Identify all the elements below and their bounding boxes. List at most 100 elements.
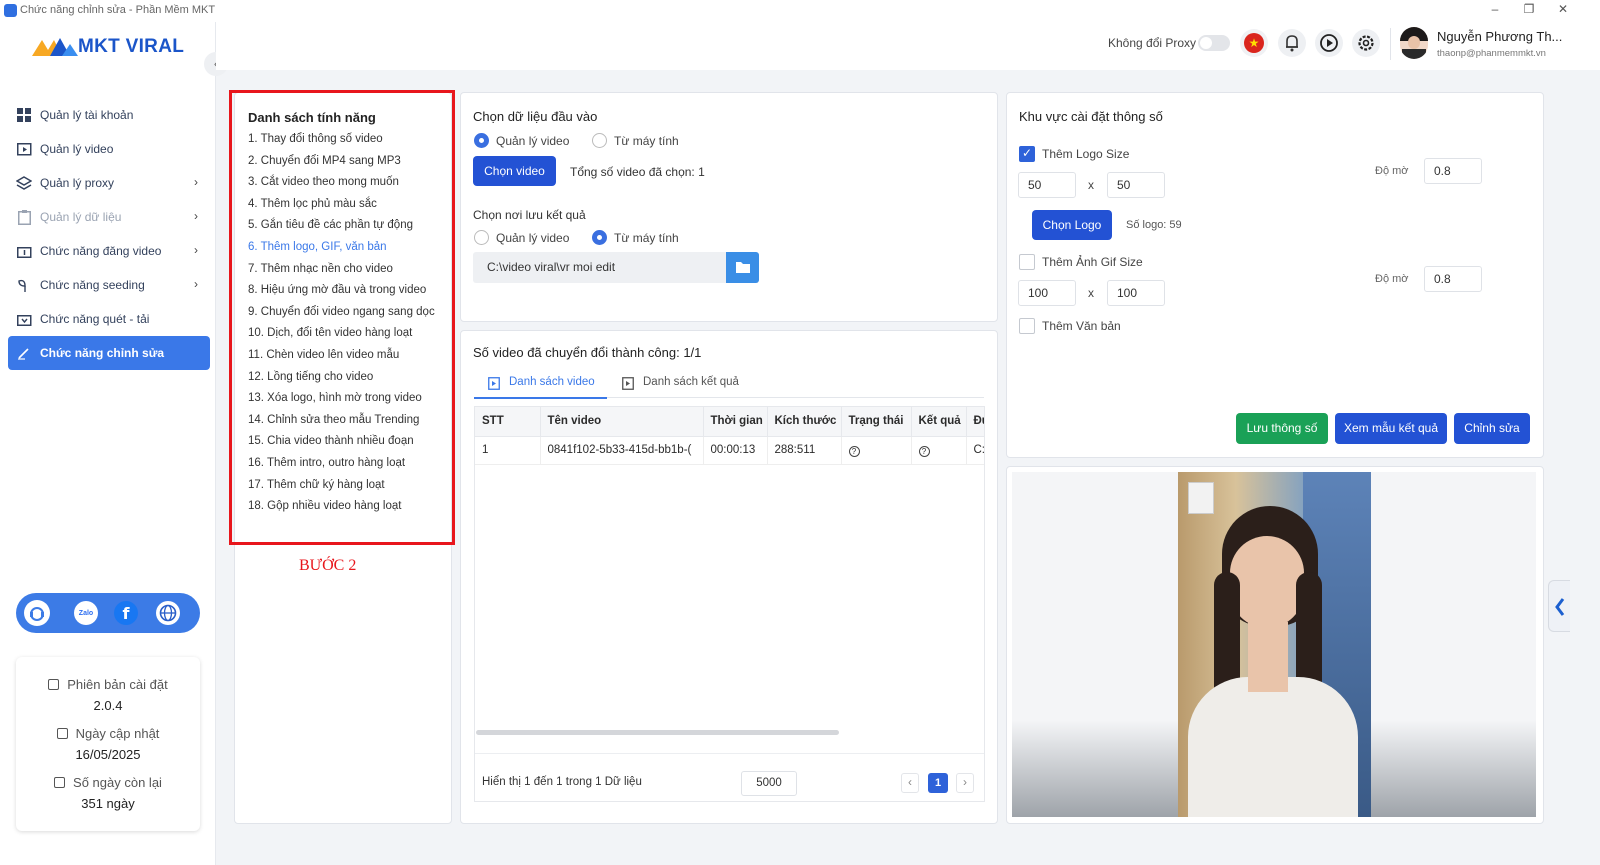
sidebar-item-upload[interactable]: Chức năng đăng video › <box>8 234 210 268</box>
radio-save-computer[interactable]: Từ máy tính <box>592 230 679 245</box>
input-section-title: Chọn dữ liệu đầu vào <box>473 109 598 124</box>
radio-unchecked-icon <box>592 133 607 148</box>
file-play-icon <box>622 377 634 390</box>
gif-height-input[interactable]: 100 <box>1107 280 1165 306</box>
feature-item[interactable]: 10. Dịch, đổi tên video hàng loạt <box>248 323 448 345</box>
sidebar-item-data[interactable]: Quản lý dữ liệu › <box>8 200 210 234</box>
column-header[interactable]: Tên video <box>540 407 704 437</box>
feature-item[interactable]: 13. Xóa logo, hình mờ trong video <box>248 388 448 410</box>
preview-result-button[interactable]: Xem mẫu kết quả <box>1335 413 1447 444</box>
support-headset-icon[interactable] <box>24 600 50 626</box>
logo-size-checkbox[interactable]: ✓ <box>1019 146 1035 162</box>
brand-logo[interactable]: MKT VIRAL <box>32 32 184 62</box>
text-checkbox[interactable] <box>1019 318 1035 334</box>
logo-height-input[interactable]: 50 <box>1107 172 1165 198</box>
edit-button[interactable]: Chỉnh sửa <box>1454 413 1530 444</box>
page-button-current[interactable]: 1 <box>928 773 948 793</box>
proxy-toggle[interactable] <box>1198 35 1230 51</box>
settings-title: Khu vực cài đặt thông số <box>1019 109 1163 124</box>
chevron-left-icon <box>1555 598 1565 616</box>
folder-browse-button[interactable] <box>726 252 759 283</box>
save-settings-button[interactable]: Lưu thông số <box>1236 413 1328 444</box>
seedling-icon <box>16 277 32 293</box>
column-header[interactable]: Kích thước <box>767 407 842 437</box>
feature-item-selected[interactable]: 6. Thêm logo, GIF, văn bản <box>248 237 448 259</box>
video-preview[interactable] <box>1012 472 1536 817</box>
sidebar-item-videos[interactable]: Quản lý video <box>8 132 210 166</box>
table-footer-divider <box>475 753 984 754</box>
feature-item[interactable]: 18. Gộp nhiều video hàng loạt <box>248 496 448 518</box>
radio-save-manage[interactable]: Quản lý video <box>474 230 569 245</box>
pencil-icon <box>16 345 32 361</box>
save-path-input[interactable]: C:\video viral\vr moi edit <box>473 252 727 283</box>
sidebar-item-label: Chức năng seeding <box>40 278 145 292</box>
horizontal-scrollbar[interactable] <box>476 730 839 735</box>
column-header[interactable]: Đư <box>966 407 984 437</box>
gif-size-checkbox[interactable] <box>1019 254 1035 270</box>
days-label: Số ngày còn lại <box>73 775 162 790</box>
user-name[interactable]: Nguyễn Phương Th... <box>1437 29 1562 44</box>
total-selected-text: Tổng số video đã chọn: 1 <box>570 165 705 179</box>
gif-opacity-input[interactable]: 0.8 <box>1424 266 1482 292</box>
tab-video-list[interactable]: Danh sách video <box>474 368 607 399</box>
grid-icon <box>16 107 32 123</box>
feature-item[interactable]: 11. Chèn video lên video mẫu <box>248 345 448 367</box>
gear-icon[interactable] <box>1352 29 1380 57</box>
save-location-title: Chọn nơi lưu kết quả <box>473 208 586 222</box>
sidebar-item-edit[interactable]: Chức năng chỉnh sửa <box>8 336 210 370</box>
feature-item[interactable]: 1. Thay đổi thông số video <box>248 129 448 151</box>
bell-icon[interactable] <box>1278 29 1306 57</box>
column-header[interactable]: Thời gian <box>703 407 768 437</box>
zalo-icon[interactable]: Zalo <box>74 601 98 625</box>
minimize-icon[interactable]: – <box>1478 2 1512 16</box>
feature-item[interactable]: 12. Lồng tiếng cho video <box>248 367 448 389</box>
cell-video-name: 0841f102-5b33-415d-bb1b-( <box>540 436 704 465</box>
tab-result-list[interactable]: Danh sách kết quả <box>608 368 748 399</box>
feature-item[interactable]: 17. Thêm chữ ký hàng loạt <box>248 475 448 497</box>
feature-item[interactable]: 15. Chia video thành nhiều đoạn <box>248 431 448 453</box>
sidebar-item-accounts[interactable]: Quản lý tài khoản <box>8 98 210 132</box>
feature-item[interactable]: 3. Cắt video theo mong muốn <box>248 172 448 194</box>
play-icon[interactable] <box>1315 29 1343 57</box>
feature-item[interactable]: 2. Chuyển đổi MP4 sang MP3 <box>248 151 448 173</box>
sidebar-item-scan[interactable]: Chức năng quét - tải <box>8 302 210 336</box>
feature-item[interactable]: 14. Chỉnh sửa theo mẫu Trending <box>248 410 448 432</box>
avatar[interactable] <box>1400 27 1428 59</box>
language-flag-icon[interactable]: ★ <box>1240 29 1268 57</box>
close-icon[interactable]: ✕ <box>1546 2 1580 16</box>
cell-path: C: <box>966 436 984 465</box>
choose-video-button[interactable]: Chọn video <box>473 156 556 186</box>
feature-item[interactable]: 16. Thêm intro, outro hàng loạt <box>248 453 448 475</box>
side-panel-toggle[interactable] <box>1548 580 1570 632</box>
feature-item[interactable]: 7. Thêm nhạc nền cho video <box>248 259 448 281</box>
radio-input-manage[interactable]: Quản lý video <box>474 133 569 148</box>
feature-item[interactable]: 9. Chuyển đổi video ngang sang dọc <box>248 302 448 324</box>
next-page-button[interactable]: › <box>956 773 974 793</box>
sidebar: MKT VIRAL ‹ Quản lý tài khoản Quản lý vi… <box>0 22 228 865</box>
column-header[interactable]: STT <box>475 407 541 437</box>
sidebar-item-label: Quản lý dữ liệu <box>40 210 122 224</box>
restore-icon[interactable]: ❐ <box>1512 2 1546 16</box>
logo-width-input[interactable]: 50 <box>1018 172 1076 198</box>
page-size-select[interactable]: 5000 <box>741 771 797 796</box>
column-header[interactable]: Kết quả <box>911 407 967 437</box>
sidebar-item-label: Quản lý tài khoản <box>40 108 134 122</box>
feature-item[interactable]: 4. Thêm lọc phủ màu sắc <box>248 194 448 216</box>
facebook-icon[interactable]: f <box>114 601 138 625</box>
radio-input-computer[interactable]: Từ máy tính <box>592 133 679 148</box>
choose-logo-button[interactable]: Chọn Logo <box>1032 210 1112 240</box>
prev-page-button[interactable]: ‹ <box>901 773 919 793</box>
question-icon: ? <box>918 446 930 457</box>
version-icon <box>48 679 60 690</box>
feature-item[interactable]: 8. Hiệu ứng mờ đầu và trong video <box>248 280 448 302</box>
gif-width-input[interactable]: 100 <box>1018 280 1076 306</box>
video-icon <box>16 141 32 157</box>
globe-icon[interactable] <box>156 601 180 625</box>
logo-opacity-input[interactable]: 0.8 <box>1424 158 1482 184</box>
version-info-panel: Phiên bản cài đặt 2.0.4 Ngày cập nhật 16… <box>16 657 200 831</box>
feature-item[interactable]: 5. Gắn tiêu đề các phần tự động <box>248 215 448 237</box>
sidebar-item-proxy[interactable]: Quản lý proxy › <box>8 166 210 200</box>
column-header[interactable]: Trạng thái <box>841 407 912 437</box>
sidebar-item-seeding[interactable]: Chức năng seeding › <box>8 268 210 302</box>
table-row[interactable]: 1 0841f102-5b33-415d-bb1b-( 00:00:13 288… <box>475 436 984 465</box>
